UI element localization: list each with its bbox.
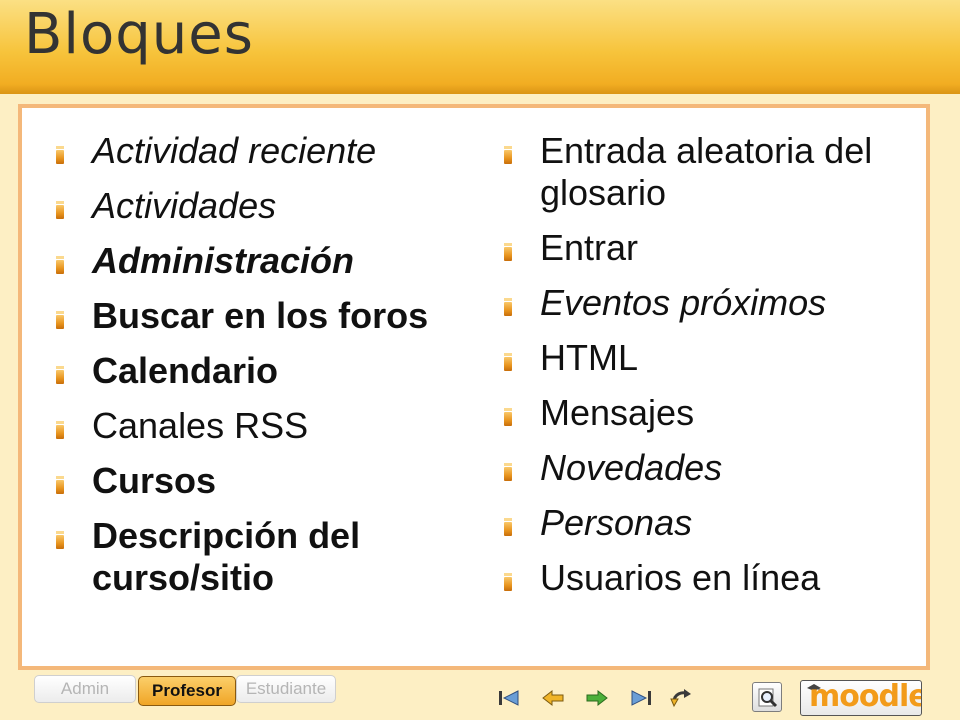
block-item-label: Novedades [540,447,723,488]
block-item-canales-rss: Canales RSS [56,405,466,447]
bullet-icon [504,518,512,536]
block-item-personas: Personas [504,502,914,544]
bullet-icon [504,298,512,316]
block-item-buscar-en-los-foros: Buscar en los foros [56,295,466,337]
block-item-entrar: Entrar [504,227,914,269]
bullet-icon [56,421,64,439]
title-bar: Bloques [0,0,960,94]
block-item-actividades: Actividades [56,185,466,227]
search-icon[interactable] [752,682,782,712]
bullet-icon [504,353,512,371]
block-item-administracion: Administración [56,240,466,282]
bullet-icon [56,146,64,164]
moodle-logo[interactable]: moodle [800,680,922,716]
block-item-label: Eventos próximos [540,282,827,323]
page-title: Bloques [24,2,254,67]
bullet-icon [504,463,512,481]
block-item-descripcion-del-curso: Descripción del curso/sitio [56,515,466,599]
tab-admin[interactable]: Admin [34,675,136,703]
first-slide-icon[interactable] [494,684,524,712]
title-bar-shade [0,84,960,94]
block-item-usuarios-en-linea: Usuarios en línea [504,557,914,599]
last-slide-icon[interactable] [626,684,656,712]
block-item-mensajes: Mensajes [504,392,914,434]
previous-slide-icon[interactable] [538,684,568,712]
block-item-label: Entrar [540,227,639,268]
return-icon[interactable] [666,684,696,712]
bullet-icon [56,256,64,274]
block-item-html: HTML [504,337,914,379]
bullet-icon [56,476,64,494]
bullet-icon [56,366,64,384]
block-item-cursos: Cursos [56,460,466,502]
moodle-logo-text: moodle [809,680,922,714]
block-item-label: HTML [540,337,638,378]
block-item-label: Buscar en los foros [92,295,429,336]
bullet-icon [504,146,512,164]
bullet-icon [504,573,512,591]
block-item-label: Descripción del curso/sitio [92,515,361,598]
bullet-icon [56,531,64,549]
bullet-icon [504,408,512,426]
bullet-icon [56,201,64,219]
block-item-label: Actividades [92,185,277,226]
block-item-label: Personas [540,502,693,543]
block-item-eventos-proximos: Eventos próximos [504,282,914,324]
block-item-label: Mensajes [540,392,695,433]
block-item-label: Actividad reciente [92,130,377,171]
block-item-novedades: Novedades [504,447,914,489]
next-slide-icon[interactable] [582,684,612,712]
block-list-left: Actividad reciente Actividades Administr… [56,130,466,612]
block-item-label: Entrada aleatoria del glosario [540,130,873,213]
block-item-actividad-reciente: Actividad reciente [56,130,466,172]
block-item-label: Administración [92,240,355,281]
block-item-label: Canales RSS [92,405,309,446]
content-panel: Actividad reciente Actividades Administr… [18,104,930,670]
bullet-icon [56,311,64,329]
block-item-label: Calendario [92,350,279,391]
block-item-label: Cursos [92,460,217,501]
tab-estudiante[interactable]: Estudiante [236,675,336,703]
block-item-label: Usuarios en línea [540,557,821,598]
tab-profesor[interactable]: Profesor [138,676,236,706]
block-item-calendario: Calendario [56,350,466,392]
block-item-entrada-aleatoria-del-glosario: Entrada aleatoria del glosario [504,130,914,214]
bullet-icon [504,243,512,261]
block-list-right: Entrada aleatoria del glosario Entrar Ev… [504,130,914,612]
